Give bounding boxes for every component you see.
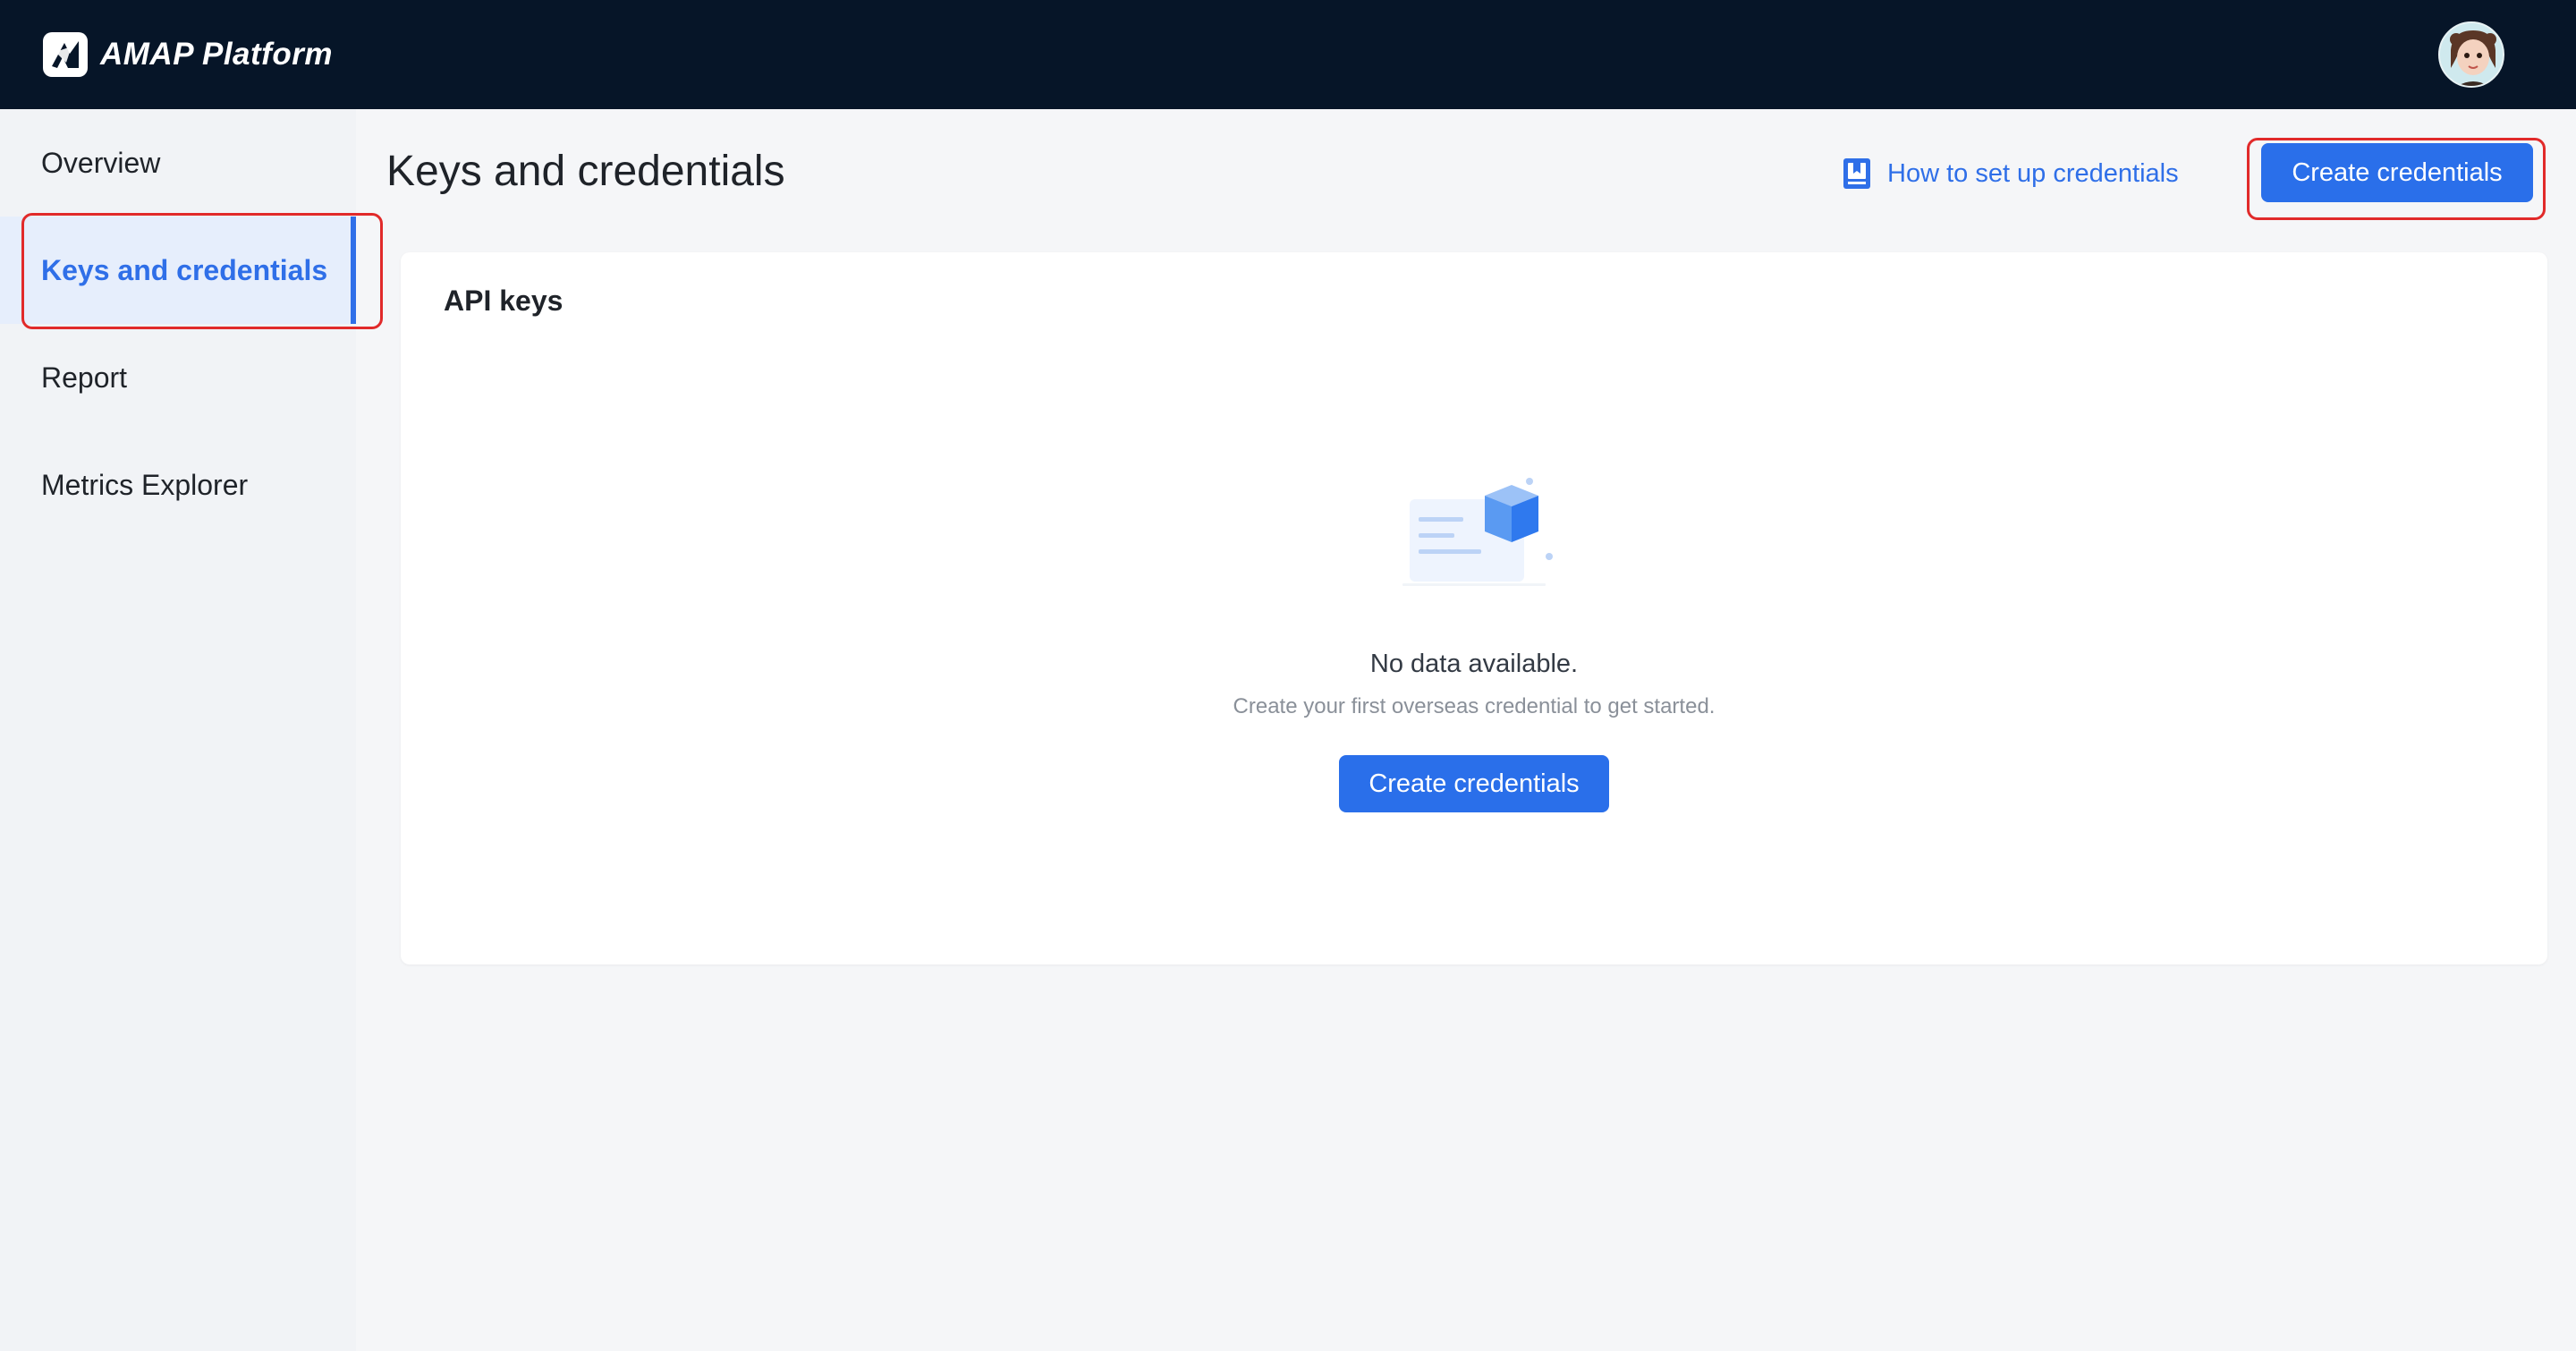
page-title: Keys and credentials: [386, 148, 785, 195]
create-credentials-empty-button[interactable]: Create credentials: [1339, 755, 1609, 812]
create-credentials-button[interactable]: Create credentials: [2261, 143, 2533, 202]
avatar-icon: [2440, 23, 2503, 86]
sidebar-item-overview[interactable]: Overview: [0, 109, 356, 217]
app-logo[interactable]: AMAP Platform: [41, 30, 333, 79]
book-icon: [1843, 158, 1870, 189]
app-name: AMAP Platform: [100, 37, 333, 72]
help-link[interactable]: How to set up credentials: [1843, 154, 2179, 193]
help-link-label: How to set up credentials: [1887, 158, 2179, 188]
sidebar-item-label: Overview: [41, 146, 161, 179]
sidebar-item-label: Metrics Explorer: [41, 468, 249, 501]
card-title: API keys: [444, 285, 564, 317]
empty-state-title: No data available.: [1369, 650, 1579, 678]
api-keys-card: API keys No data available. Create your …: [401, 252, 2547, 964]
user-avatar[interactable]: [2438, 21, 2504, 88]
sidebar-item-label: Report: [41, 361, 128, 394]
top-navigation-bar: AMAP Platform: [0, 0, 2576, 109]
sidebar-item-metrics-explorer[interactable]: Metrics Explorer: [0, 431, 356, 539]
amap-logo-icon: [43, 32, 88, 77]
sidebar: Overview Keys and credentials Report Met…: [0, 109, 356, 1351]
sidebar-item-label: Keys and credentials: [41, 253, 328, 286]
empty-state-subtitle: Create your first overseas credential to…: [1233, 694, 1716, 718]
empty-box-illustration: [1402, 478, 1553, 586]
sidebar-item-keys-and-credentials[interactable]: Keys and credentials: [0, 217, 356, 324]
sidebar-item-report[interactable]: Report: [0, 324, 356, 431]
